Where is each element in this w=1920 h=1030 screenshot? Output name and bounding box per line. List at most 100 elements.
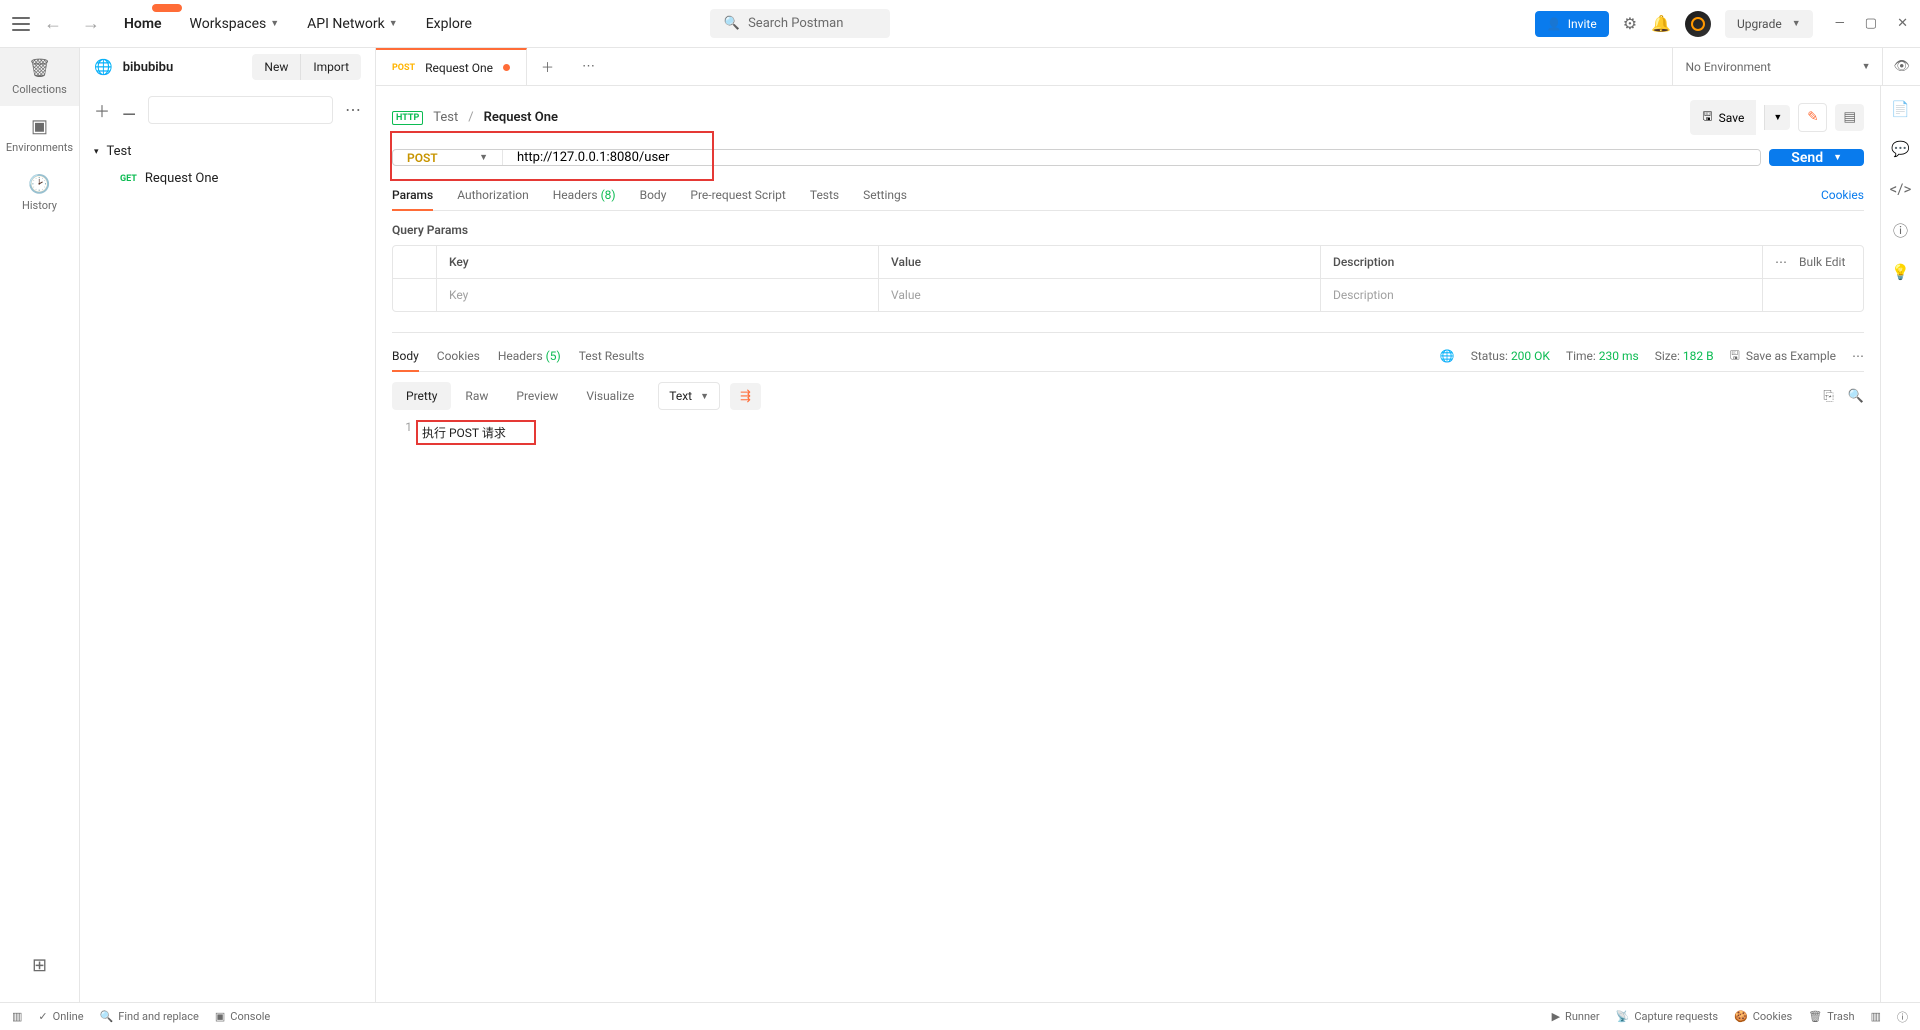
copy-icon[interactable]: ⎘ xyxy=(1823,389,1833,404)
edit-button[interactable]: ✎ xyxy=(1798,103,1827,132)
network-icon[interactable]: 🌐 xyxy=(1440,349,1455,363)
chevron-down-icon: ▼ xyxy=(1833,152,1842,163)
environment-select[interactable]: No Environment ▼ xyxy=(1672,48,1882,85)
left-rail: 🗑Collections ▣Environments 🕑History ⊞ xyxy=(0,48,80,1002)
related-icon[interactable]: 💡 xyxy=(1891,263,1910,281)
send-button[interactable]: Send▼ xyxy=(1769,149,1864,166)
save-dropdown[interactable]: ▼ xyxy=(1764,105,1790,130)
notifications-icon[interactable]: 🔔 xyxy=(1651,14,1671,33)
tab-prerequest[interactable]: Pre-request Script xyxy=(690,180,785,210)
tree-folder[interactable]: ▾ Test xyxy=(80,138,375,165)
view-visualize[interactable]: Visualize xyxy=(572,382,648,410)
tab-authorization[interactable]: Authorization xyxy=(457,180,529,210)
nav-explore[interactable]: Explore xyxy=(416,10,482,38)
settings-icon[interactable]: ⚙ xyxy=(1623,14,1637,33)
documentation-icon[interactable]: 📄 xyxy=(1891,100,1910,118)
nav-home[interactable]: Home xyxy=(114,10,172,38)
add-icon[interactable]: ＋ xyxy=(94,98,110,122)
resp-tab-tests[interactable]: Test Results xyxy=(579,341,645,371)
method-badge: GET xyxy=(120,174,137,184)
rail-history[interactable]: 🕑History xyxy=(0,164,79,222)
wrap-lines-button[interactable]: ⇶ xyxy=(730,383,761,410)
new-button[interactable]: New xyxy=(252,54,300,80)
filter-icon[interactable]: ⚊ xyxy=(122,100,136,119)
more-icon[interactable]: ⋯ xyxy=(345,100,361,119)
forward-button[interactable]: → xyxy=(76,9,106,38)
rail-configure[interactable]: ⊞ xyxy=(0,945,79,990)
tab-settings[interactable]: Settings xyxy=(863,180,907,210)
filter-input[interactable] xyxy=(148,96,333,124)
code-icon[interactable]: </> xyxy=(1890,180,1912,198)
save-example-button[interactable]: 🖫Save as Example xyxy=(1730,346,1836,367)
invite-button[interactable]: 👤Invite xyxy=(1535,11,1609,37)
tab-tests[interactable]: Tests xyxy=(810,180,839,210)
search-input[interactable]: 🔍 Search Postman xyxy=(710,9,890,38)
help-icon[interactable]: ⓘ xyxy=(1897,1009,1908,1025)
upgrade-button[interactable]: Upgrade▼ xyxy=(1725,10,1813,38)
key-input[interactable]: Key xyxy=(437,279,879,311)
rail-collections[interactable]: 🗑Collections xyxy=(0,48,79,106)
topbar: ← → Home Workspaces▼ API Network▼ Explor… xyxy=(0,0,1920,48)
cookies-button[interactable]: 🍪Cookies xyxy=(1734,1009,1792,1025)
runner-button[interactable]: ▶Runner xyxy=(1552,1009,1600,1025)
breadcrumb-folder[interactable]: Test xyxy=(433,110,458,125)
two-pane-icon[interactable]: ▥ xyxy=(1871,1009,1881,1025)
import-button[interactable]: Import xyxy=(300,54,361,80)
workspace-name: bibubibu xyxy=(123,60,174,75)
view-raw[interactable]: Raw xyxy=(451,382,502,410)
tab-params[interactable]: Params xyxy=(392,180,433,210)
comment-button[interactable]: ▤ xyxy=(1835,104,1864,131)
avatar[interactable] xyxy=(1685,11,1711,37)
env-quicklook-icon[interactable]: 👁 xyxy=(1882,48,1920,85)
language-select[interactable]: Text▼ xyxy=(658,382,720,410)
bulk-edit-link[interactable]: Bulk Edit xyxy=(1799,255,1845,269)
more-icon[interactable]: ⋯ xyxy=(1775,255,1787,269)
console-button[interactable]: ▣Console xyxy=(215,1010,270,1023)
collections-icon: 🗑 xyxy=(0,58,79,79)
maximize-icon[interactable]: ▢ xyxy=(1865,16,1877,31)
sync-icon: ✓ xyxy=(38,1010,47,1023)
trash-button[interactable]: 🗑Trash xyxy=(1808,1009,1854,1025)
save-button[interactable]: 🖫Save xyxy=(1690,100,1756,135)
params-table: Key Value Description ⋯Bulk Edit Key Val… xyxy=(392,245,1864,312)
view-pretty[interactable]: Pretty xyxy=(392,382,451,410)
request-tab[interactable]: POST Request One xyxy=(376,48,527,85)
close-icon[interactable]: ✕ xyxy=(1897,16,1908,31)
sidebar-toggle-icon[interactable]: ▥ xyxy=(12,1010,22,1023)
online-status[interactable]: ✓Online xyxy=(38,1010,83,1023)
add-tab-button[interactable]: ＋ xyxy=(527,48,568,85)
method-badge: POST xyxy=(392,63,415,73)
nav-api-network[interactable]: API Network▼ xyxy=(297,10,408,38)
unsaved-dot-icon xyxy=(503,64,510,71)
back-button[interactable]: ← xyxy=(38,9,68,38)
col-value: Value xyxy=(879,246,1321,278)
tab-body[interactable]: Body xyxy=(640,180,667,210)
nav-workspaces[interactable]: Workspaces▼ xyxy=(180,10,290,38)
search-icon[interactable]: 🔍 xyxy=(1848,389,1864,404)
value-input[interactable]: Value xyxy=(879,279,1321,311)
breadcrumb-name: Request One xyxy=(484,110,558,125)
capture-button[interactable]: 📡Capture requests xyxy=(1616,1009,1718,1025)
rail-environments[interactable]: ▣Environments xyxy=(0,106,79,164)
cookies-link[interactable]: Cookies xyxy=(1821,180,1864,210)
resp-tab-body[interactable]: Body xyxy=(392,341,419,371)
url-input[interactable] xyxy=(503,150,1760,165)
minimize-icon[interactable]: ― xyxy=(1835,16,1845,31)
resp-tab-cookies[interactable]: Cookies xyxy=(437,341,480,371)
method-select[interactable]: POST ▼ xyxy=(393,150,503,165)
menu-icon[interactable] xyxy=(12,17,30,31)
view-preview[interactable]: Preview xyxy=(502,382,572,410)
resp-tab-headers[interactable]: Headers (5) xyxy=(498,341,561,371)
find-replace[interactable]: 🔍Find and replace xyxy=(100,1010,199,1023)
response-body[interactable]: 1 执行 POST 请求 xyxy=(392,420,1864,988)
tree-request[interactable]: GET Request One xyxy=(80,165,375,192)
comments-icon[interactable]: 💬 xyxy=(1891,140,1910,158)
tab-headers[interactable]: Headers (8) xyxy=(553,180,616,210)
tab-more-icon[interactable]: ⋯ xyxy=(568,48,609,85)
right-rail: 📄 💬 </> ⓘ 💡 xyxy=(1880,86,1920,1002)
play-icon: ▶ xyxy=(1552,1010,1560,1023)
description-input[interactable]: Description xyxy=(1321,279,1763,311)
info-icon[interactable]: ⓘ xyxy=(1893,220,1908,241)
more-icon[interactable]: ⋯ xyxy=(1852,349,1864,363)
console-icon: ▣ xyxy=(215,1010,225,1023)
